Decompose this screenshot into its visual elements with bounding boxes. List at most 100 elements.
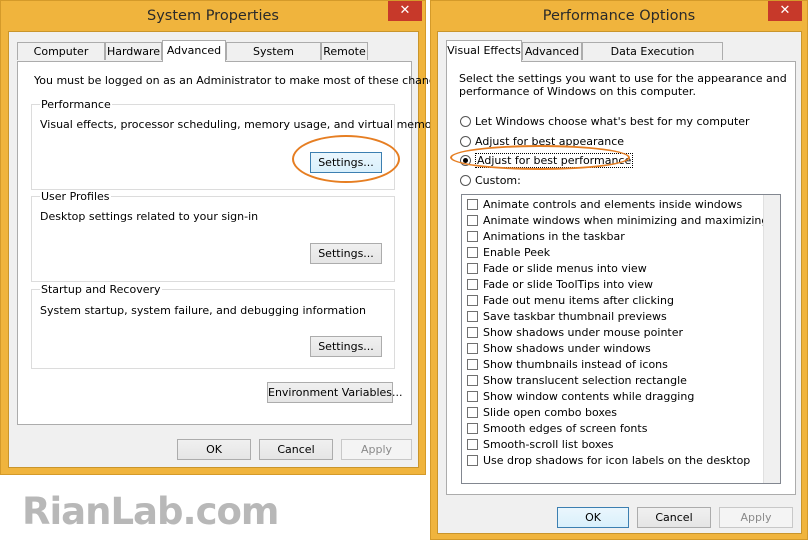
radio-label: Adjust for best performance: [475, 153, 634, 168]
tab-computer-name[interactable]: Computer Name: [17, 42, 105, 76]
checkbox-label: Save taskbar thumbnail previews: [483, 310, 667, 323]
performance-options-window: Performance Options ✕ Visual Effects Adv…: [430, 0, 808, 540]
radio-button[interactable]: [460, 136, 471, 147]
radio-best-appearance[interactable]: Adjust for best appearance: [460, 134, 760, 150]
system-properties-apply-button[interactable]: Apply: [341, 439, 412, 460]
checkbox-label: Animate controls and elements inside win…: [483, 198, 743, 211]
system-properties-window: System Properties ✕ Computer Name Hardwa…: [0, 0, 452, 475]
checkbox-label: Show window contents while dragging: [483, 390, 695, 403]
performance-options-apply-button[interactable]: Apply: [719, 507, 793, 528]
radio-selected-dot: [463, 158, 468, 163]
checkbox[interactable]: [467, 215, 478, 226]
tab-remote[interactable]: Remote: [321, 42, 368, 60]
radio-button-selected[interactable]: [460, 155, 471, 166]
radio-button[interactable]: [460, 175, 471, 186]
checkbox-label: Slide open combo boxes: [483, 406, 618, 419]
checkbox-row[interactable]: Show shadows under mouse pointer: [462, 325, 762, 341]
system-properties-client: Computer Name Hardware Advanced System P…: [8, 31, 452, 468]
checkbox-row[interactable]: Use drop shadows for icon labels on the …: [462, 453, 762, 469]
performance-options-tabs: Visual Effects Advanced Data Execution P…: [446, 40, 736, 76]
checkbox-row[interactable]: Smooth edges of screen fonts: [462, 421, 762, 437]
visual-effects-checkbox-list[interactable]: Animate controls and elements inside win…: [461, 194, 781, 484]
tab-advanced[interactable]: Advanced: [162, 40, 226, 62]
checkbox-row[interactable]: Show thumbnails instead of icons: [462, 357, 762, 373]
checkbox-row[interactable]: Animate windows when minimizing and maxi…: [462, 213, 768, 229]
checkbox-label: Show translucent selection rectangle: [483, 374, 687, 387]
radio-best-performance[interactable]: Adjust for best performance: [460, 153, 760, 169]
user-profiles-group: User Profiles Desktop settings related t…: [31, 190, 395, 282]
checkbox-row[interactable]: Show window contents while dragging: [462, 389, 762, 405]
startup-recovery-group-title: Startup and Recovery: [40, 283, 162, 296]
checkbox-row[interactable]: Animate controls and elements inside win…: [462, 197, 762, 213]
checkbox-label: Enable Peek: [483, 246, 551, 259]
checkbox-row[interactable]: Fade out menu items after clicking: [462, 293, 762, 309]
checkbox-row[interactable]: Slide open combo boxes: [462, 405, 762, 421]
checkbox[interactable]: [467, 263, 478, 274]
tab-system-protection[interactable]: System Protection: [226, 42, 321, 76]
startup-recovery-settings-button[interactable]: Settings...: [310, 336, 382, 357]
performance-options-close-button[interactable]: ✕: [768, 1, 802, 21]
checkbox-label: Smooth-scroll list boxes: [483, 438, 614, 451]
admin-note: You must be logged on as an Administrato…: [34, 74, 452, 87]
performance-options-ok-button[interactable]: OK: [557, 507, 629, 528]
radio-label: Adjust for best appearance: [475, 135, 625, 148]
radio-label: Let Windows choose what's best for my co…: [475, 115, 750, 128]
checkbox-list-scrollbar[interactable]: [763, 195, 780, 483]
performance-settings-button[interactable]: Settings...: [310, 152, 382, 173]
checkbox[interactable]: [467, 247, 478, 258]
tab-perf-advanced[interactable]: Advanced: [522, 42, 582, 60]
radio-button[interactable]: [460, 116, 471, 127]
checkbox-row[interactable]: Animations in the taskbar: [462, 229, 762, 245]
performance-options-client: Visual Effects Advanced Data Execution P…: [437, 31, 802, 534]
checkbox[interactable]: [467, 455, 478, 466]
checkbox[interactable]: [467, 327, 478, 338]
checkbox-row[interactable]: Save taskbar thumbnail previews: [462, 309, 762, 325]
checkbox[interactable]: [467, 407, 478, 418]
checkbox-rows: Animate controls and elements inside win…: [462, 197, 768, 483]
environment-variables-button[interactable]: Environment Variables...: [267, 382, 403, 403]
checkbox-row[interactable]: Fade or slide menus into view: [462, 261, 762, 277]
checkbox[interactable]: [467, 279, 478, 290]
checkbox-row[interactable]: Smooth-scroll list boxes: [462, 437, 762, 453]
performance-options-cancel-button[interactable]: Cancel: [637, 507, 711, 528]
intro-line-1: Select the settings you want to use for …: [459, 72, 787, 85]
startup-recovery-group: Startup and Recovery System startup, sys…: [31, 283, 395, 369]
performance-options-title: Performance Options: [542, 8, 696, 24]
checkbox[interactable]: [467, 343, 478, 354]
checkbox[interactable]: [467, 391, 478, 402]
visual-effects-panel: Select the settings you want to use for …: [446, 61, 796, 495]
checkbox-label: Use drop shadows for icon labels on the …: [483, 454, 751, 467]
rianlab-watermark: RianLab.com: [22, 490, 279, 533]
system-properties-close-button[interactable]: ✕: [388, 1, 422, 21]
checkbox-row[interactable]: Enable Peek: [462, 245, 762, 261]
radio-let-windows-choose[interactable]: Let Windows choose what's best for my co…: [460, 114, 760, 130]
system-properties-ok-button[interactable]: OK: [177, 439, 251, 460]
checkbox[interactable]: [467, 199, 478, 210]
radio-custom[interactable]: Custom:: [460, 173, 760, 189]
checkbox-label: Fade out menu items after clicking: [483, 294, 674, 307]
checkbox-row[interactable]: Show shadows under windows: [462, 341, 762, 357]
checkbox[interactable]: [467, 359, 478, 370]
checkbox-label: Fade or slide menus into view: [483, 262, 647, 275]
checkbox-row[interactable]: Fade or slide ToolTips into view: [462, 277, 762, 293]
user-profiles-settings-button[interactable]: Settings...: [310, 243, 382, 264]
radio-label: Custom:: [475, 174, 521, 187]
user-profiles-description: Desktop settings related to your sign-in: [40, 210, 259, 223]
checkbox-row[interactable]: Show translucent selection rectangle: [462, 373, 762, 389]
tab-visual-effects[interactable]: Visual Effects: [446, 40, 522, 62]
checkbox-label: Show shadows under mouse pointer: [483, 326, 684, 339]
performance-group: Performance Visual effects, processor sc…: [31, 98, 443, 190]
checkbox[interactable]: [467, 375, 478, 386]
tab-data-execution-prevention[interactable]: Data Execution Prevention: [582, 42, 723, 76]
checkbox[interactable]: [467, 295, 478, 306]
intro-line-2: performance of Windows on this computer.: [459, 85, 696, 98]
checkbox[interactable]: [467, 311, 478, 322]
system-properties-title: System Properties: [147, 8, 279, 24]
checkbox[interactable]: [467, 423, 478, 434]
performance-group-title: Performance: [40, 98, 112, 111]
checkbox[interactable]: [467, 231, 478, 242]
tab-hardware[interactable]: Hardware: [105, 42, 162, 60]
performance-description: Visual effects, processor scheduling, me…: [40, 118, 443, 131]
system-properties-cancel-button[interactable]: Cancel: [259, 439, 333, 460]
checkbox[interactable]: [467, 439, 478, 450]
